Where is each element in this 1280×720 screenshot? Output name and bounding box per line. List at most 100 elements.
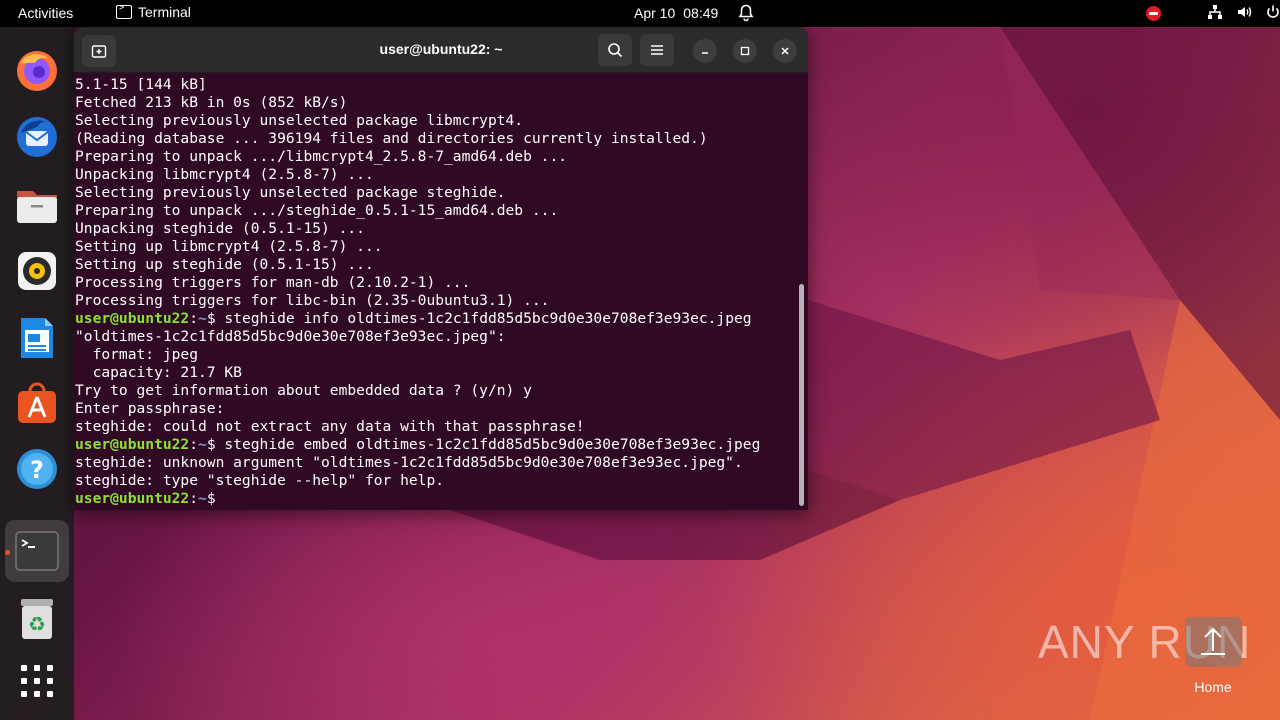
output-text: Preparing to unpack .../steghide_0.5.1-1… — [75, 202, 559, 219]
terminal-headerbar[interactable]: user@ubuntu22: ~ — [74, 27, 808, 73]
network-icon — [1207, 4, 1223, 23]
software-icon[interactable] — [13, 379, 61, 427]
output-text: "oldtimes-1c2c1fdd85d5bc9d0e30e708ef3e93… — [75, 328, 506, 345]
terminal-line: Preparing to unpack .../steghide_0.5.1-1… — [75, 202, 799, 220]
bell-icon — [738, 4, 754, 25]
terminal-line: Preparing to unpack .../libmcrypt4_2.5.8… — [75, 148, 799, 166]
app-grid-icon[interactable] — [13, 657, 61, 705]
prompt-user: user@ubuntu22 — [75, 436, 190, 453]
output-text: Try to get information about embedded da… — [75, 382, 532, 399]
output-text: Preparing to unpack .../libmcrypt4_2.5.8… — [75, 148, 568, 165]
output-text: Processing triggers for man-db (2.10.2-1… — [75, 274, 471, 291]
prompt-user: user@ubuntu22 — [75, 490, 190, 507]
do-not-disturb-icon — [1146, 6, 1161, 21]
command-text: steghide info oldtimes-1c2c1fdd85d5bc9d0… — [215, 310, 752, 327]
system-tray[interactable] — [1146, 4, 1280, 23]
terminal-line: steghide: type "steghide --help" for hel… — [75, 472, 799, 490]
running-indicator — [5, 550, 10, 555]
search-button[interactable] — [598, 34, 632, 66]
trash-icon[interactable]: ♻ — [13, 595, 61, 643]
output-text: Enter passphrase: — [75, 400, 225, 417]
terminal-line: Setting up steghide (0.5.1-15) ... — [75, 256, 799, 274]
terminal-line: Selecting previously unselected package … — [75, 184, 799, 202]
thunderbird-icon[interactable] — [13, 113, 61, 161]
prompt-user: user@ubuntu22 — [75, 310, 190, 327]
minimize-button[interactable] — [693, 39, 717, 63]
terminal-line: capacity: 21.7 KB — [75, 364, 799, 382]
terminal-line: steghide: unknown argument "oldtimes-1c2… — [75, 454, 799, 472]
prompt-separator: : — [189, 490, 199, 507]
terminal-line: user@ubuntu22:~$ — [75, 490, 799, 508]
maximize-icon — [740, 46, 750, 56]
menu-button[interactable] — [640, 34, 674, 66]
terminal-line: steghide: could not extract any data wit… — [75, 418, 799, 436]
help-icon[interactable]: ? — [13, 445, 61, 493]
terminal-line: Processing triggers for libc-bin (2.35-0… — [75, 292, 799, 310]
output-text: Setting up libmcrypt4 (2.5.8-7) ... — [75, 238, 383, 255]
terminal-line: user@ubuntu22:~$ steghide info oldtimes-… — [75, 310, 799, 328]
prompt-path: ~ — [198, 490, 207, 507]
terminal-line: Unpacking steghide (0.5.1-15) ... — [75, 220, 799, 238]
svg-text:?: ? — [30, 456, 44, 484]
terminal-output[interactable]: 5.1-15 [144 kB] Fetched 213 kB in 0s (852… — [75, 76, 799, 510]
files-icon[interactable] — [13, 181, 61, 229]
output-text: Fetched 213 kB in 0s (852 kB/s) — [75, 94, 348, 111]
terminal-icon — [116, 3, 132, 19]
terminal-icon[interactable] — [13, 527, 61, 575]
rhythmbox-icon[interactable] — [13, 247, 61, 295]
terminal-line: 5.1-15 [144 kB] — [75, 76, 799, 94]
prompt-symbol: $ — [206, 310, 216, 327]
firefox-icon[interactable] — [13, 47, 61, 95]
home-folder-label[interactable]: Home — [1180, 679, 1246, 695]
terminal-line: Processing triggers for man-db (2.10.2-1… — [75, 274, 799, 292]
terminal-line: user@ubuntu22:~$ steghide embed oldtimes… — [75, 436, 799, 454]
terminal-line: Enter passphrase: — [75, 400, 799, 418]
terminal-line: Unpacking libmcrypt4 (2.5.8-7) ... — [75, 166, 799, 184]
output-text: (Reading database ... 396194 files and d… — [75, 130, 708, 147]
search-icon — [608, 43, 623, 58]
prompt-path: ~ — [198, 436, 207, 453]
terminal-line: format: jpeg — [75, 346, 799, 364]
output-text: Unpacking libmcrypt4 (2.5.8-7) ... — [75, 166, 374, 183]
terminal-line: "oldtimes-1c2c1fdd85d5bc9d0e30e708ef3e93… — [75, 328, 799, 346]
output-text: Setting up steghide (0.5.1-15) ... — [75, 256, 374, 273]
output-text: Selecting previously unselected package … — [75, 184, 506, 201]
clock-time: 08:49 — [683, 5, 719, 21]
terminal-window[interactable]: user@ubuntu22: ~ 5.1-15 [144 kB] Fetched … — [74, 27, 808, 510]
output-text: capacity: 21.7 KB — [75, 364, 242, 381]
writer-icon[interactable] — [13, 314, 61, 362]
terminal-line: (Reading database ... 396194 files and d… — [75, 130, 799, 148]
terminal-scrollbar[interactable] — [799, 284, 804, 506]
close-button[interactable] — [773, 39, 797, 63]
command-text: steghide embed oldtimes-1c2c1fdd85d5bc9d… — [215, 436, 761, 453]
terminal-line: Fetched 213 kB in 0s (852 kB/s) — [75, 94, 799, 112]
terminal-line: Setting up libmcrypt4 (2.5.8-7) ... — [75, 238, 799, 256]
prompt-symbol: $ — [206, 490, 216, 507]
power-icon — [1265, 4, 1280, 23]
terminal-line: Selecting previously unselected package … — [75, 112, 799, 130]
prompt-path: ~ — [198, 310, 207, 327]
terminal-line: Try to get information about embedded da… — [75, 382, 799, 400]
output-text: steghide: could not extract any data wit… — [75, 418, 585, 435]
home-folder-icon[interactable] — [1185, 617, 1242, 667]
output-text: 5.1-15 [144 kB] — [75, 76, 207, 93]
close-icon — [781, 47, 789, 55]
activities-button[interactable]: Activities — [18, 5, 73, 21]
svg-text:♻: ♻ — [28, 612, 46, 636]
dock: ? ♻ — [0, 27, 74, 720]
top-bar: Activities Terminal Apr 10 08:49 — [0, 0, 1280, 27]
app-menu[interactable]: Terminal — [116, 3, 191, 20]
output-text: Selecting previously unselected package … — [75, 112, 524, 129]
volume-icon — [1236, 4, 1252, 23]
output-text: steghide: type "steghide --help" for hel… — [75, 472, 445, 489]
output-text: Unpacking steghide (0.5.1-15) ... — [75, 220, 365, 237]
clock[interactable]: Apr 10 08:49 — [634, 5, 718, 21]
prompt-symbol: $ — [206, 436, 216, 453]
maximize-button[interactable] — [733, 39, 757, 63]
output-text: Processing triggers for libc-bin (2.35-0… — [75, 292, 550, 309]
hamburger-icon — [651, 45, 663, 55]
output-text: format: jpeg — [75, 346, 199, 363]
output-text: steghide: unknown argument "oldtimes-1c2… — [75, 454, 743, 471]
minimize-icon — [702, 52, 708, 54]
clock-date: Apr 10 — [634, 5, 676, 21]
